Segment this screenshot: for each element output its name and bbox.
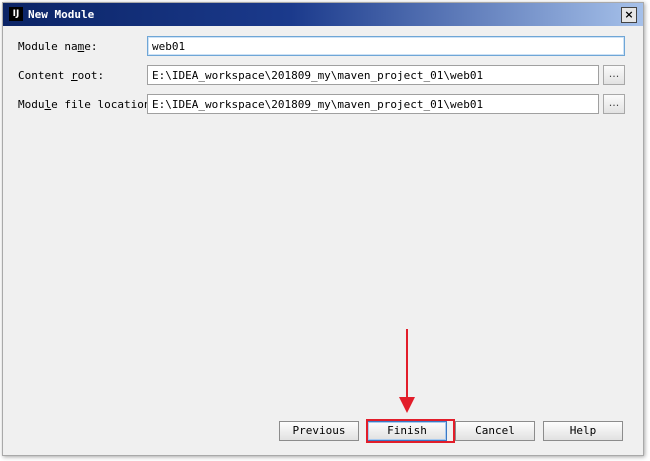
content-root-browse-button[interactable]: ... <box>603 65 625 85</box>
previous-button[interactable]: Previous <box>279 421 359 441</box>
module-name-row: Module name: web01 <box>18 36 625 58</box>
title-bar[interactable]: IJ New Module × <box>3 3 643 26</box>
module-file-location-input[interactable]: E:\IDEA_workspace\201809_my\maven_projec… <box>147 94 599 114</box>
module-name-label: Module name: <box>18 40 98 53</box>
module-name-input[interactable]: web01 <box>147 36 625 56</box>
window-title: New Module <box>28 8 95 21</box>
help-button[interactable]: Help <box>543 421 623 441</box>
module-file-location-row: Module file location: E:\IDEA_workspace\… <box>18 94 625 116</box>
cancel-button[interactable]: Cancel <box>455 421 535 441</box>
content-root-label: Content root: <box>18 69 105 82</box>
dialog-window: IJ New Module × Module name: web01 Conte… <box>2 2 644 456</box>
module-file-location-browse-button[interactable]: ... <box>603 94 625 114</box>
content-root-row: Content root: E:\IDEA_workspace\201809_m… <box>18 65 625 87</box>
module-file-location-label: Module file location: <box>18 98 158 111</box>
annotation-arrow <box>399 329 415 413</box>
finish-highlight-box <box>366 419 455 443</box>
intellij-app-icon: IJ <box>9 7 23 21</box>
content-root-input[interactable]: E:\IDEA_workspace\201809_my\maven_projec… <box>147 65 599 85</box>
close-icon[interactable]: × <box>621 7 637 23</box>
